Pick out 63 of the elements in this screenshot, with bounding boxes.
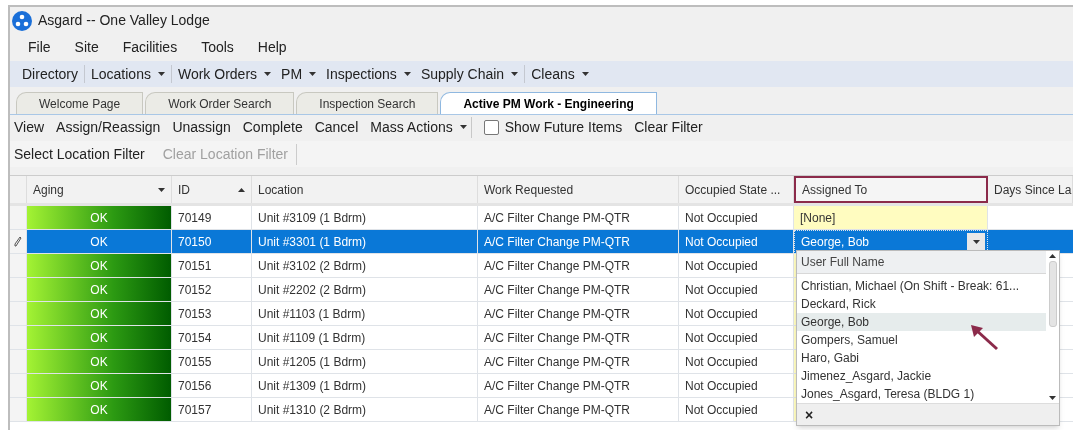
toolbar-button[interactable]: View [14,116,45,138]
table-cell: Unit #1310 (2 Bdrm) [252,398,478,422]
menu-item[interactable]: Help [257,37,287,58]
nav-menu-button[interactable]: Supply Chain [418,63,521,85]
toolbar-menu-button[interactable]: Mass Actions [370,116,472,138]
caret-icon [459,125,467,129]
tab[interactable]: Work Order Search [145,92,295,114]
aging-cell: OK [27,206,172,230]
aging-cell: OK [27,230,172,254]
tab[interactable]: Welcome Page [16,92,144,114]
show-future-checkbox[interactable]: Show Future Items [483,116,623,138]
aging-cell: OK [27,326,172,350]
menu-item[interactable]: Tools [201,37,234,58]
tab[interactable]: Inspection Search [296,92,439,114]
aging-cell: OK [27,278,172,302]
column-header[interactable]: Assigned To [794,176,988,203]
list-item[interactable]: Christian, Michael (On Shift - Break: 61... [797,277,1046,295]
app-logo-icon [12,10,32,31]
table-cell: 70157 [172,398,252,422]
list-item[interactable]: Haro, Gabi [797,349,1046,367]
nav-menu-button[interactable]: Locations [89,63,167,85]
table-cell: A/C Filter Change PM-QTR [478,398,679,422]
caret-icon [238,187,245,192]
aging-cell: OK [27,374,172,398]
caret-icon [158,187,165,192]
filter-button[interactable]: Select Location Filter [14,143,153,165]
column-header[interactable]: Work Requested [478,176,679,203]
nav-menu-button[interactable]: Directory [20,63,80,85]
close-button[interactable]: × [805,407,814,422]
caret-icon [1049,396,1056,400]
dropdown-button[interactable] [967,233,985,251]
list-item[interactable]: George, Bob [797,313,1046,331]
menu-item[interactable]: File [28,37,51,58]
aging-cell: OK [27,350,172,374]
toolbar-button[interactable]: Assign/Reassign [56,116,161,138]
annotation-arrow [969,323,999,351]
caret-icon [972,240,980,244]
column-header[interactable]: Location [252,176,478,203]
toolbar-button[interactable]: Cancel [314,116,359,138]
table-row[interactable]: OK 70149 Unit #3109 (1 Bdrm) A/C Filter Change PM-QTR Not Occupied [None] [10,206,1073,230]
list-item[interactable]: Gompers, Samuel [797,331,1046,349]
nav-menu-button[interactable]: Cleans [529,63,591,85]
tab[interactable]: Active PM Work - Engineering [440,92,657,114]
nav-menu-button[interactable]: Work Orders [175,63,274,85]
column-header[interactable]: Days Since La [988,176,1073,203]
aging-cell: OK [27,398,172,422]
toolbar-button[interactable]: Clear Filter [634,116,703,138]
menu-item[interactable]: Site [74,37,99,58]
menu-item[interactable]: Facilities [122,37,178,58]
aging-cell: OK [27,302,172,326]
table-row[interactable]: OK 70150 Unit #3301 (1 Bdrm) A/C Filter Change PM-QTR Not Occupied George, Bob [10,230,1073,254]
table-cell: [None] [794,206,988,230]
scrollbar[interactable] [1046,251,1059,403]
column-header[interactable]: ID [172,176,252,203]
window-title: Asgard -- One Valley Lodge [38,11,210,30]
aging-cell: OK [27,254,172,278]
toolbar-button[interactable]: Unassign [172,116,231,138]
toolbar-button[interactable]: Complete [242,116,303,138]
nav-menu-button[interactable]: PM [279,63,319,85]
column-header[interactable]: Aging [27,176,172,203]
row-indicator[interactable] [10,230,27,254]
nav-menu-button[interactable]: Inspections [324,63,413,85]
list-header: User Full Name [797,251,1046,274]
